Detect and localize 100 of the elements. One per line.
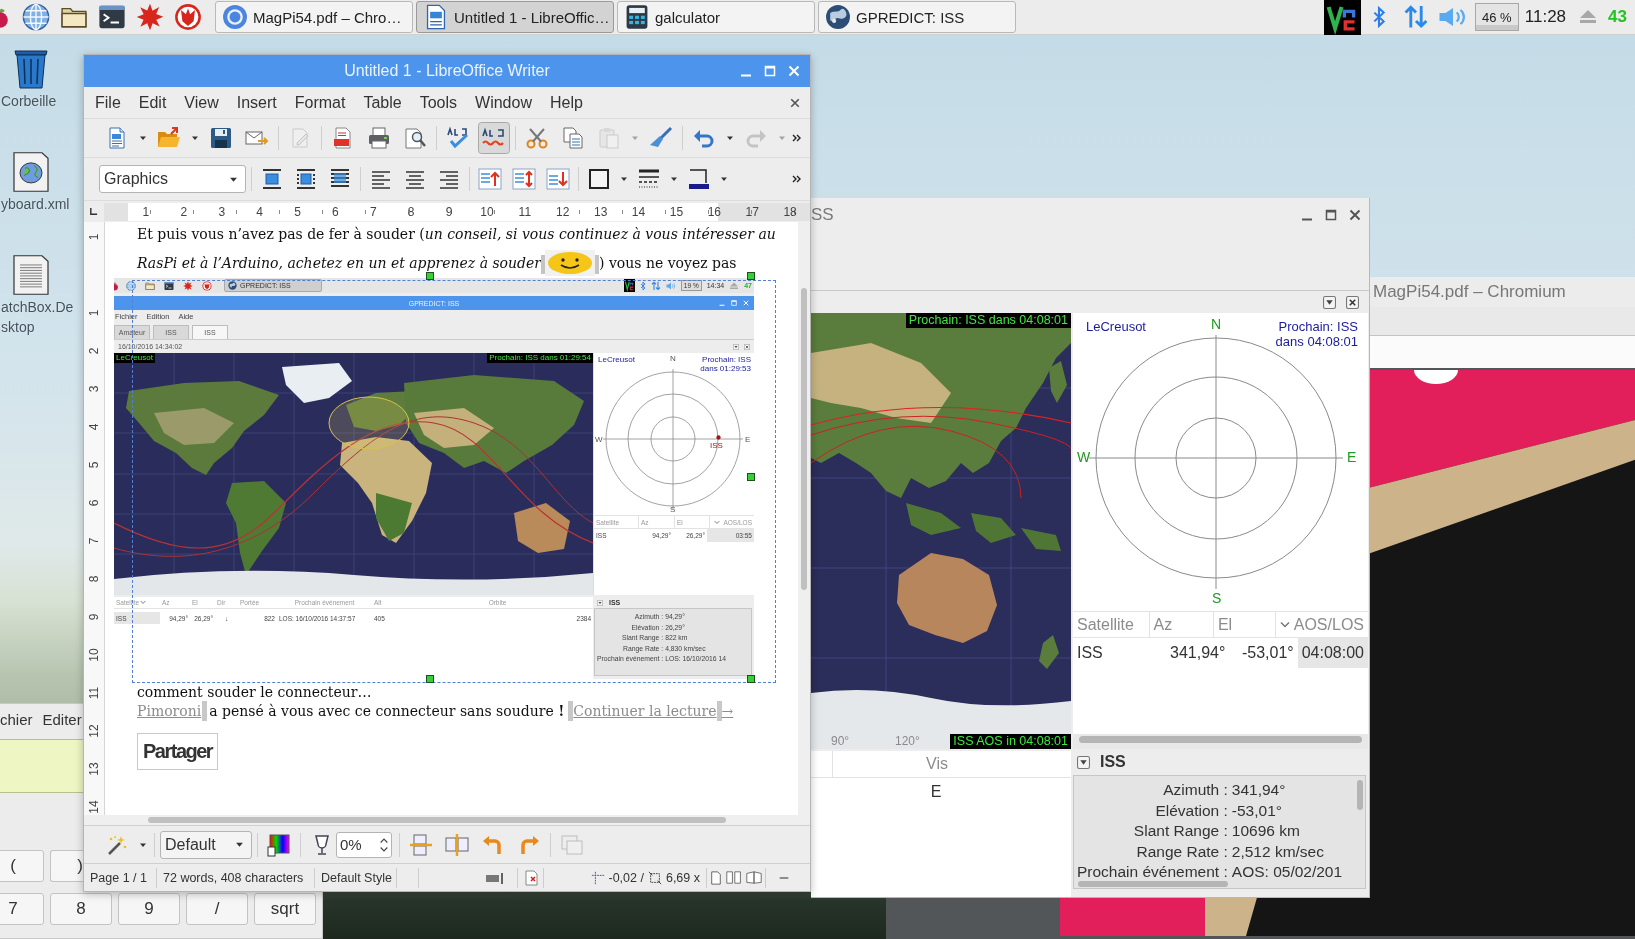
- trash-bin-icon[interactable]: [12, 48, 50, 90]
- page-style[interactable]: Default Style: [315, 867, 397, 888]
- caret-icon[interactable]: [726, 134, 734, 142]
- globe-icon[interactable]: [22, 3, 50, 31]
- clock[interactable]: 11:28: [1524, 7, 1567, 27]
- color-palette-icon[interactable]: [267, 832, 291, 857]
- emblem-icon[interactable]: [202, 280, 212, 291]
- menu-item[interactable]: Format: [285, 93, 355, 112]
- resize-handle[interactable]: [426, 272, 434, 280]
- more-chevrons-icon[interactable]: [792, 133, 802, 143]
- area-style-dropdown[interactable]: Default: [160, 830, 252, 859]
- two-pages-icon[interactable]: [726, 871, 742, 884]
- close-icon[interactable]: [1349, 208, 1361, 221]
- calculator-key[interactable]: (: [0, 850, 44, 882]
- more-chevrons-icon[interactable]: [792, 174, 802, 184]
- resize-handle[interactable]: [747, 272, 755, 280]
- menu-item[interactable]: Tools: [410, 93, 467, 112]
- single-page-icon[interactable]: [710, 870, 722, 885]
- up-down-arrows-icon[interactable]: [650, 280, 661, 291]
- caret-icon[interactable]: [139, 134, 147, 142]
- border-icon[interactable]: [587, 167, 611, 191]
- tab-stop-icon[interactable]: [89, 207, 98, 216]
- expander-icon[interactable]: [1077, 755, 1090, 769]
- scrollbar-thumb[interactable]: [148, 817, 726, 823]
- copy-icon[interactable]: [561, 126, 585, 150]
- resize-handle[interactable]: [747, 473, 755, 481]
- calculator-key[interactable]: 7: [0, 893, 44, 925]
- text-document-icon[interactable]: [12, 254, 50, 296]
- resize-handle[interactable]: [747, 675, 755, 683]
- close-icon[interactable]: [1346, 295, 1359, 309]
- page-wrap-icon[interactable]: [294, 167, 318, 191]
- wavy-underline-icon[interactable]: [478, 122, 510, 154]
- spellcheck-icon[interactable]: [446, 126, 470, 150]
- eject-icon[interactable]: [729, 280, 740, 291]
- transparency-field[interactable]: 0%: [336, 831, 392, 858]
- calculator-key[interactable]: 9: [118, 893, 180, 925]
- desktop-icon-label[interactable]: Corbeille: [1, 93, 57, 110]
- magnifier-page-icon[interactable]: [403, 126, 427, 150]
- logo-tile-icon[interactable]: [1323, 0, 1361, 35]
- scrollbar[interactable]: [1073, 734, 1368, 749]
- menu-item[interactable]: Edit: [129, 93, 176, 112]
- emblem-icon[interactable]: [174, 3, 202, 31]
- document-page[interactable]: [105, 222, 798, 815]
- printer-icon[interactable]: [367, 126, 391, 150]
- close-icon[interactable]: [790, 97, 800, 108]
- calculator-key[interactable]: sqrt: [254, 893, 316, 925]
- forward-backward-icon[interactable]: [512, 167, 536, 191]
- word-count[interactable]: 72 words, 408 characters: [157, 867, 315, 888]
- caret-icon[interactable]: [720, 175, 728, 183]
- taskbar-button[interactable]: Untitled 1 - LibreOffic…: [416, 1, 614, 33]
- desktop-icon-label[interactable]: sktop: [1, 319, 35, 336]
- page-indicator[interactable]: Page 1 / 1: [84, 867, 157, 888]
- paragraph-style-dropdown[interactable]: Graphics: [99, 165, 246, 193]
- taskbar-button[interactable]: MagPi54.pdf – Chro…: [215, 1, 413, 33]
- book-view-icon[interactable]: [746, 871, 762, 884]
- menu-item[interactable]: Insert: [227, 93, 286, 112]
- globe-icon[interactable]: [126, 280, 136, 291]
- menu-item[interactable]: File: [86, 93, 130, 112]
- maximize-icon[interactable]: [1325, 208, 1337, 221]
- scrollbar[interactable]: [84, 815, 810, 825]
- terminal-icon[interactable]: [164, 280, 174, 291]
- calculator-key[interactable]: 8: [50, 893, 112, 925]
- caret-icon[interactable]: [191, 134, 199, 142]
- bluetooth-icon[interactable]: [1371, 6, 1386, 28]
- line-style-icon[interactable]: [637, 167, 661, 191]
- caret-icon[interactable]: [620, 175, 628, 183]
- taskbar-button[interactable]: GPREDICT: ISS: [818, 1, 1016, 33]
- vertical-ruler[interactable]: 1 1 2 3 4 5 6 7 8 9 10 11 12 13 14: [84, 222, 105, 815]
- terminal-icon[interactable]: [98, 3, 126, 31]
- desktop-icon-label[interactable]: yboard.xml: [1, 196, 70, 213]
- speaker-icon[interactable]: [665, 280, 676, 291]
- scrollbar[interactable]: [798, 222, 810, 815]
- dropdown-caret-icon[interactable]: [235, 840, 244, 849]
- menu-item[interactable]: Help: [540, 93, 592, 112]
- line-color-icon[interactable]: [687, 167, 711, 191]
- bluetooth-icon[interactable]: [639, 280, 646, 291]
- selection-mode-icon[interactable]: [485, 870, 505, 885]
- menu-item[interactable]: View: [175, 93, 228, 112]
- cpu-usage-meter[interactable]: 46 %: [1474, 3, 1519, 31]
- calculator-key[interactable]: ): [50, 850, 84, 882]
- folder-icon[interactable]: [145, 280, 155, 291]
- scrollbar-thumb[interactable]: [1078, 881, 1228, 887]
- no-wrap-icon[interactable]: [260, 167, 284, 191]
- menu-item[interactable]: Window: [466, 93, 541, 112]
- ruler[interactable]: 1 2 3 4 5 6 7 8 9 10 11 12 13 14 15 16 17 18: [104, 202, 810, 221]
- starburst-icon[interactable]: [183, 280, 193, 291]
- folder-icon[interactable]: [157, 126, 181, 150]
- scrollbar-thumb[interactable]: [1079, 736, 1362, 743]
- scrollbar-thumb[interactable]: [801, 288, 807, 590]
- desktop-icon-label[interactable]: atchBox.De: [1, 299, 74, 316]
- document-modified-icon[interactable]: [522, 869, 539, 886]
- caret-icon[interactable]: [670, 175, 678, 183]
- scrollbar-thumb[interactable]: [1357, 780, 1363, 810]
- menu-item[interactable]: chier: [0, 710, 33, 728]
- scissors-icon[interactable]: [525, 126, 549, 150]
- bring-to-front-icon[interactable]: [478, 167, 502, 191]
- resize-handle[interactable]: [426, 675, 434, 683]
- collapse-icon[interactable]: [733, 343, 739, 350]
- menu-item[interactable]: Table: [354, 93, 411, 112]
- taskbar-button[interactable]: galculator: [617, 1, 815, 33]
